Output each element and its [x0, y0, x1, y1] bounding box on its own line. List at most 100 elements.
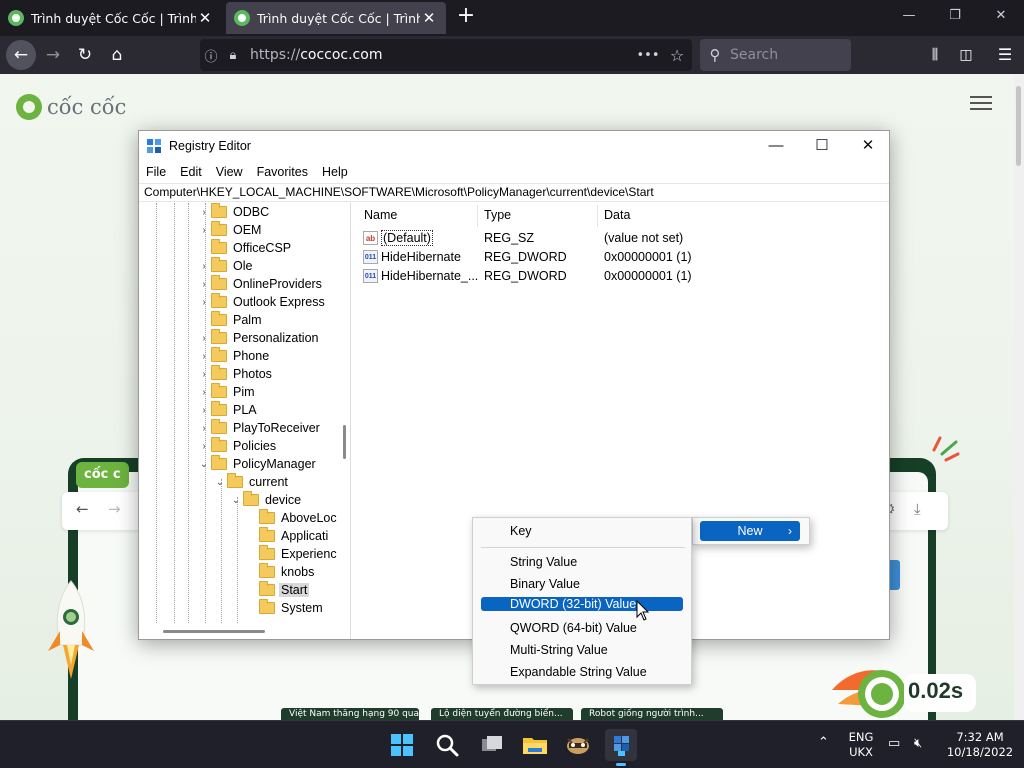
tree-expand-icon[interactable]: ›	[197, 369, 211, 380]
tree-item[interactable]: ⌄ device	[229, 491, 303, 509]
sidebar-icon[interactable]: ◫	[951, 40, 981, 70]
home-icon[interactable]: ⌂	[102, 40, 132, 70]
language-indicator[interactable]: ENG UKX	[844, 730, 878, 760]
coccoc-logo[interactable]: cốc cốc	[16, 94, 126, 120]
tree-item[interactable]: › Personalization	[197, 329, 320, 347]
tree-hscroll-thumb[interactable]	[163, 630, 265, 633]
tree-item[interactable]: › Ole	[197, 257, 254, 275]
tree-vscroll-thumb[interactable]	[343, 425, 346, 459]
column-divider[interactable]	[477, 205, 478, 227]
close-tab-icon[interactable]: ✕	[420, 9, 438, 27]
tree-expand-icon[interactable]: ⌄	[213, 477, 227, 488]
column-header-type[interactable]: Type	[484, 208, 511, 222]
tree-item[interactable]: ⌄ PolicyManager	[197, 455, 318, 473]
menu-item-key[interactable]: Key	[475, 521, 689, 541]
menu-item-dword-value[interactable]: DWORD (32-bit) Value	[481, 597, 683, 611]
url-text[interactable]: https://coccoc.com	[244, 47, 634, 63]
tree-item[interactable]: › PlayToReceiver	[197, 419, 322, 437]
tree-item[interactable]: ⌄ current	[213, 473, 290, 491]
menu-item-multi-string-value[interactable]: Multi-String Value	[475, 640, 689, 660]
search-icon[interactable]	[431, 729, 463, 761]
reload-icon[interactable]: ↻	[70, 40, 100, 70]
tree-item[interactable]: › Outlook Express	[197, 293, 327, 311]
tree-item-selected[interactable]: Start	[245, 581, 310, 599]
menu-edit[interactable]: Edit	[180, 165, 202, 179]
info-icon[interactable]: ⓘ	[200, 46, 222, 65]
browser-tab[interactable]: Trình duyệt Cốc Cốc | Trình duy ✕	[0, 2, 222, 34]
tree-item[interactable]: › Pim	[197, 383, 257, 401]
tree-item[interactable]: › ODBC	[197, 203, 271, 221]
tree-item[interactable]: knobs	[245, 563, 316, 581]
registry-editor-taskbar-button[interactable]	[605, 729, 637, 761]
search-input[interactable]: ⚲ Search	[700, 39, 851, 71]
tree-item[interactable]: › OnlineProviders	[197, 275, 324, 293]
back-icon[interactable]: ←	[6, 40, 36, 70]
tree-expand-icon[interactable]: ⌄	[197, 459, 211, 470]
tree-expand-icon[interactable]: ›	[197, 333, 211, 344]
news-card-title[interactable]: Việt Nam thăng hạng 90 qua...	[281, 708, 419, 720]
menu-item-new[interactable]: New ›	[700, 521, 800, 541]
minimize-icon[interactable]: —	[753, 131, 799, 161]
menu-item-binary-value[interactable]: Binary Value	[475, 574, 689, 594]
tray-overflow-chevron-icon[interactable]: ⌃	[818, 735, 829, 750]
library-icon[interactable]: ⫼	[920, 40, 950, 70]
minimize-icon[interactable]: —	[886, 0, 932, 34]
column-divider[interactable]	[597, 205, 598, 227]
tree-expand-icon[interactable]: ›	[197, 441, 211, 452]
registry-value-row[interactable]: ab (Default)	[363, 229, 433, 247]
news-card-title[interactable]: Robot giống người trình...	[581, 708, 723, 720]
menu-item-string-value[interactable]: String Value	[475, 552, 689, 572]
tree-expand-icon[interactable]: ›	[197, 387, 211, 398]
raccoon-app-icon[interactable]	[562, 729, 594, 761]
start-menu-icon[interactable]	[386, 729, 418, 761]
tree-item[interactable]: › Phone	[197, 347, 271, 365]
menu-item-qword-value[interactable]: QWORD (64-bit) Value	[475, 618, 689, 638]
column-header-name[interactable]: Name	[364, 208, 397, 222]
menu-help[interactable]: Help	[322, 165, 348, 179]
tree-expand-icon[interactable]: ›	[197, 225, 211, 236]
tree-item[interactable]: Palm	[197, 311, 263, 329]
registry-value-row[interactable]: 011 HideHibernate_...	[363, 267, 478, 285]
menu-favorites[interactable]: Favorites	[257, 165, 308, 179]
hamburger-menu-icon[interactable]	[970, 96, 992, 114]
tree-expand-icon[interactable]: ›	[197, 351, 211, 362]
restore-icon[interactable]: ❐	[932, 0, 978, 34]
tree-item[interactable]: System	[245, 599, 325, 617]
tree-expand-icon[interactable]: ›	[197, 423, 211, 434]
address-bar[interactable]: Computer\HKEY_LOCAL_MACHINE\SOFTWARE\Mic…	[139, 183, 889, 202]
tree-horizontal-scrollbar[interactable]	[139, 627, 341, 637]
tree-item[interactable]: Experienc	[245, 545, 339, 563]
tree-expand-icon[interactable]: ›	[197, 297, 211, 308]
tree-item[interactable]: › PLA	[197, 401, 259, 419]
menu-item-expandable-string-value[interactable]: Expandable String Value	[475, 662, 689, 682]
tree-expand-icon[interactable]: ⌄	[229, 495, 243, 506]
tree-vertical-scrollbar[interactable]	[341, 203, 351, 621]
new-tab-icon[interactable]: +	[455, 4, 477, 30]
tree-item[interactable]: OfficeCSP	[197, 239, 293, 257]
page-scrollbar-thumb[interactable]	[1016, 86, 1021, 166]
url-bar[interactable]: ⓘ 🔒︎ https://coccoc.com ••• ☆	[200, 39, 692, 71]
tree-item[interactable]: › OEM	[197, 221, 263, 239]
volume-muted-icon[interactable]: 🔇︎	[914, 736, 922, 751]
close-icon[interactable]: ✕	[845, 131, 891, 161]
tree-expand-icon[interactable]: ›	[197, 207, 211, 218]
tree-item[interactable]: AboveLoc	[245, 509, 339, 527]
tree-item[interactable]: › Policies	[197, 437, 278, 455]
task-view-icon[interactable]	[476, 729, 508, 761]
clock[interactable]: 7:32 AM 10/18/2022	[940, 730, 1020, 760]
page-actions-icon[interactable]: •••	[634, 48, 662, 63]
tree-expand-icon[interactable]: ›	[197, 279, 211, 290]
menu-view[interactable]: View	[216, 165, 243, 179]
registry-tree-pane[interactable]: › ODBC › OEM OfficeCSP › Ole › OnlineProvide…	[139, 203, 351, 639]
file-explorer-icon[interactable]	[519, 729, 551, 761]
lock-icon[interactable]: 🔒︎	[222, 48, 244, 63]
tree-expand-icon[interactable]: ›	[197, 405, 211, 416]
menu-icon[interactable]: ☰	[990, 40, 1020, 70]
tree-item[interactable]: Applicati	[245, 527, 330, 545]
news-card-title[interactable]: Lộ diện tuyển đường biển...	[431, 708, 573, 720]
page-scrollbar[interactable]	[1014, 74, 1024, 720]
bookmark-star-icon[interactable]: ☆	[662, 46, 692, 65]
registry-value-row[interactable]: 011 HideHibernate	[363, 248, 461, 266]
network-icon[interactable]: ▭	[888, 736, 900, 751]
tree-expand-icon[interactable]: ›	[197, 261, 211, 272]
